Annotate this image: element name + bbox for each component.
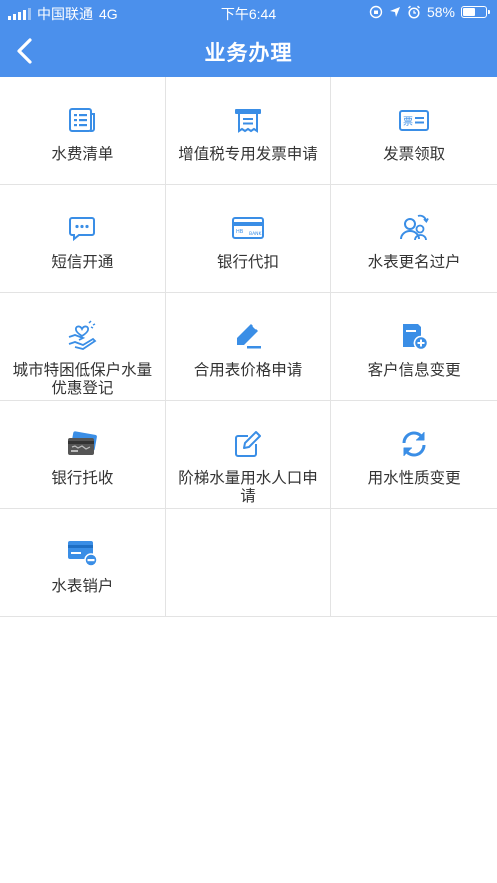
service-label: 客户信息变更 (367, 362, 461, 379)
service-meter-transfer[interactable]: 水表更名过户 (331, 185, 497, 292)
service-water-usage-type[interactable]: 用水性质变更 (331, 401, 497, 508)
alarm-clock-icon (407, 5, 420, 19)
grid-row: 短信开通 HB BANK 银行代扣 水表更名过户 (0, 185, 497, 293)
service-grid: 水费清单 增值税专用发票申请 票 发票领取 短信开通 HB BANK 银行代扣 (0, 77, 497, 617)
page-title: 业务办理 (204, 42, 293, 65)
service-poverty-discount[interactable]: 城市特困低保户水量优惠登记 (0, 293, 166, 400)
service-bank-collection[interactable]: 银行托收 (0, 401, 166, 508)
battery-percent: 58% (426, 4, 455, 20)
service-tiered-water-population[interactable]: 阶梯水量用水人口申请 (166, 401, 332, 508)
service-invoice-pickup[interactable]: 票 发票领取 (331, 77, 497, 184)
navigation-bar: 业务办理 (0, 26, 497, 77)
service-label: 城市特困低保户水量优惠登记 (12, 362, 153, 397)
service-bank-withhold[interactable]: HB BANK 银行代扣 (166, 185, 332, 292)
service-label: 短信开通 (51, 254, 114, 271)
service-label: 银行代扣 (216, 254, 279, 271)
service-label: 用水性质变更 (367, 470, 461, 487)
battery-icon (461, 6, 490, 18)
service-label: 合用表价格申请 (193, 362, 303, 379)
location-arrow-icon (389, 7, 400, 17)
status-bar: 中国联通 4G 下午6:44 58% (0, 0, 497, 26)
bank-card-icon: HB BANK (231, 212, 264, 244)
service-vat-invoice[interactable]: 增值税专用发票申请 (166, 77, 332, 184)
empty-cell (331, 509, 497, 616)
service-shared-meter-price[interactable]: 合用表价格申请 (166, 293, 332, 400)
service-sms[interactable]: 短信开通 (0, 185, 166, 292)
sms-chat-icon (66, 212, 98, 244)
service-label: 发票领取 (383, 146, 446, 163)
edit-form-icon (232, 428, 264, 460)
service-label: 水表更名过户 (367, 254, 461, 271)
service-label: 水费清单 (51, 146, 114, 163)
pen-edit-icon (232, 320, 264, 352)
bill-list-icon (66, 104, 98, 136)
grid-row: 银行托收 阶梯水量用水人口申请 用水性质变更 (0, 401, 497, 509)
empty-cell (166, 509, 332, 616)
status-right: 58% (369, 4, 490, 20)
info-change-icon (398, 320, 430, 352)
service-label: 阶梯水量用水人口申请 (178, 470, 318, 505)
svg-text:票: 票 (403, 116, 413, 128)
service-meter-cancel[interactable]: 水表销户 (0, 509, 166, 616)
grid-row: 水费清单 增值税专用发票申请 票 发票领取 (0, 77, 497, 185)
hand-heart-icon (66, 320, 98, 352)
svg-text:BANK: BANK (249, 231, 263, 237)
service-label: 增值税专用发票申请 (178, 146, 318, 163)
svg-text:HB: HB (236, 229, 244, 235)
app-header: 中国联通 4G 下午6:44 58% 业务办理 (0, 0, 497, 77)
user-transfer-icon (398, 212, 430, 244)
bank-cards-icon (66, 428, 98, 460)
service-water-bill[interactable]: 水费清单 (0, 77, 166, 184)
lock-rotation-icon (369, 5, 383, 19)
grid-row: 城市特困低保户水量优惠登记 合用表价格申请 客户信息变更 (0, 293, 497, 401)
service-label: 水表销户 (51, 578, 114, 595)
refresh-icon (398, 428, 430, 460)
service-customer-info-change[interactable]: 客户信息变更 (331, 293, 497, 400)
card-cancel-icon (66, 536, 99, 568)
invoice-receipt-icon (232, 104, 264, 136)
grid-row: 水表销户 (0, 509, 497, 617)
service-label: 银行托收 (51, 470, 114, 487)
ticket-card-icon: 票 (398, 104, 430, 136)
